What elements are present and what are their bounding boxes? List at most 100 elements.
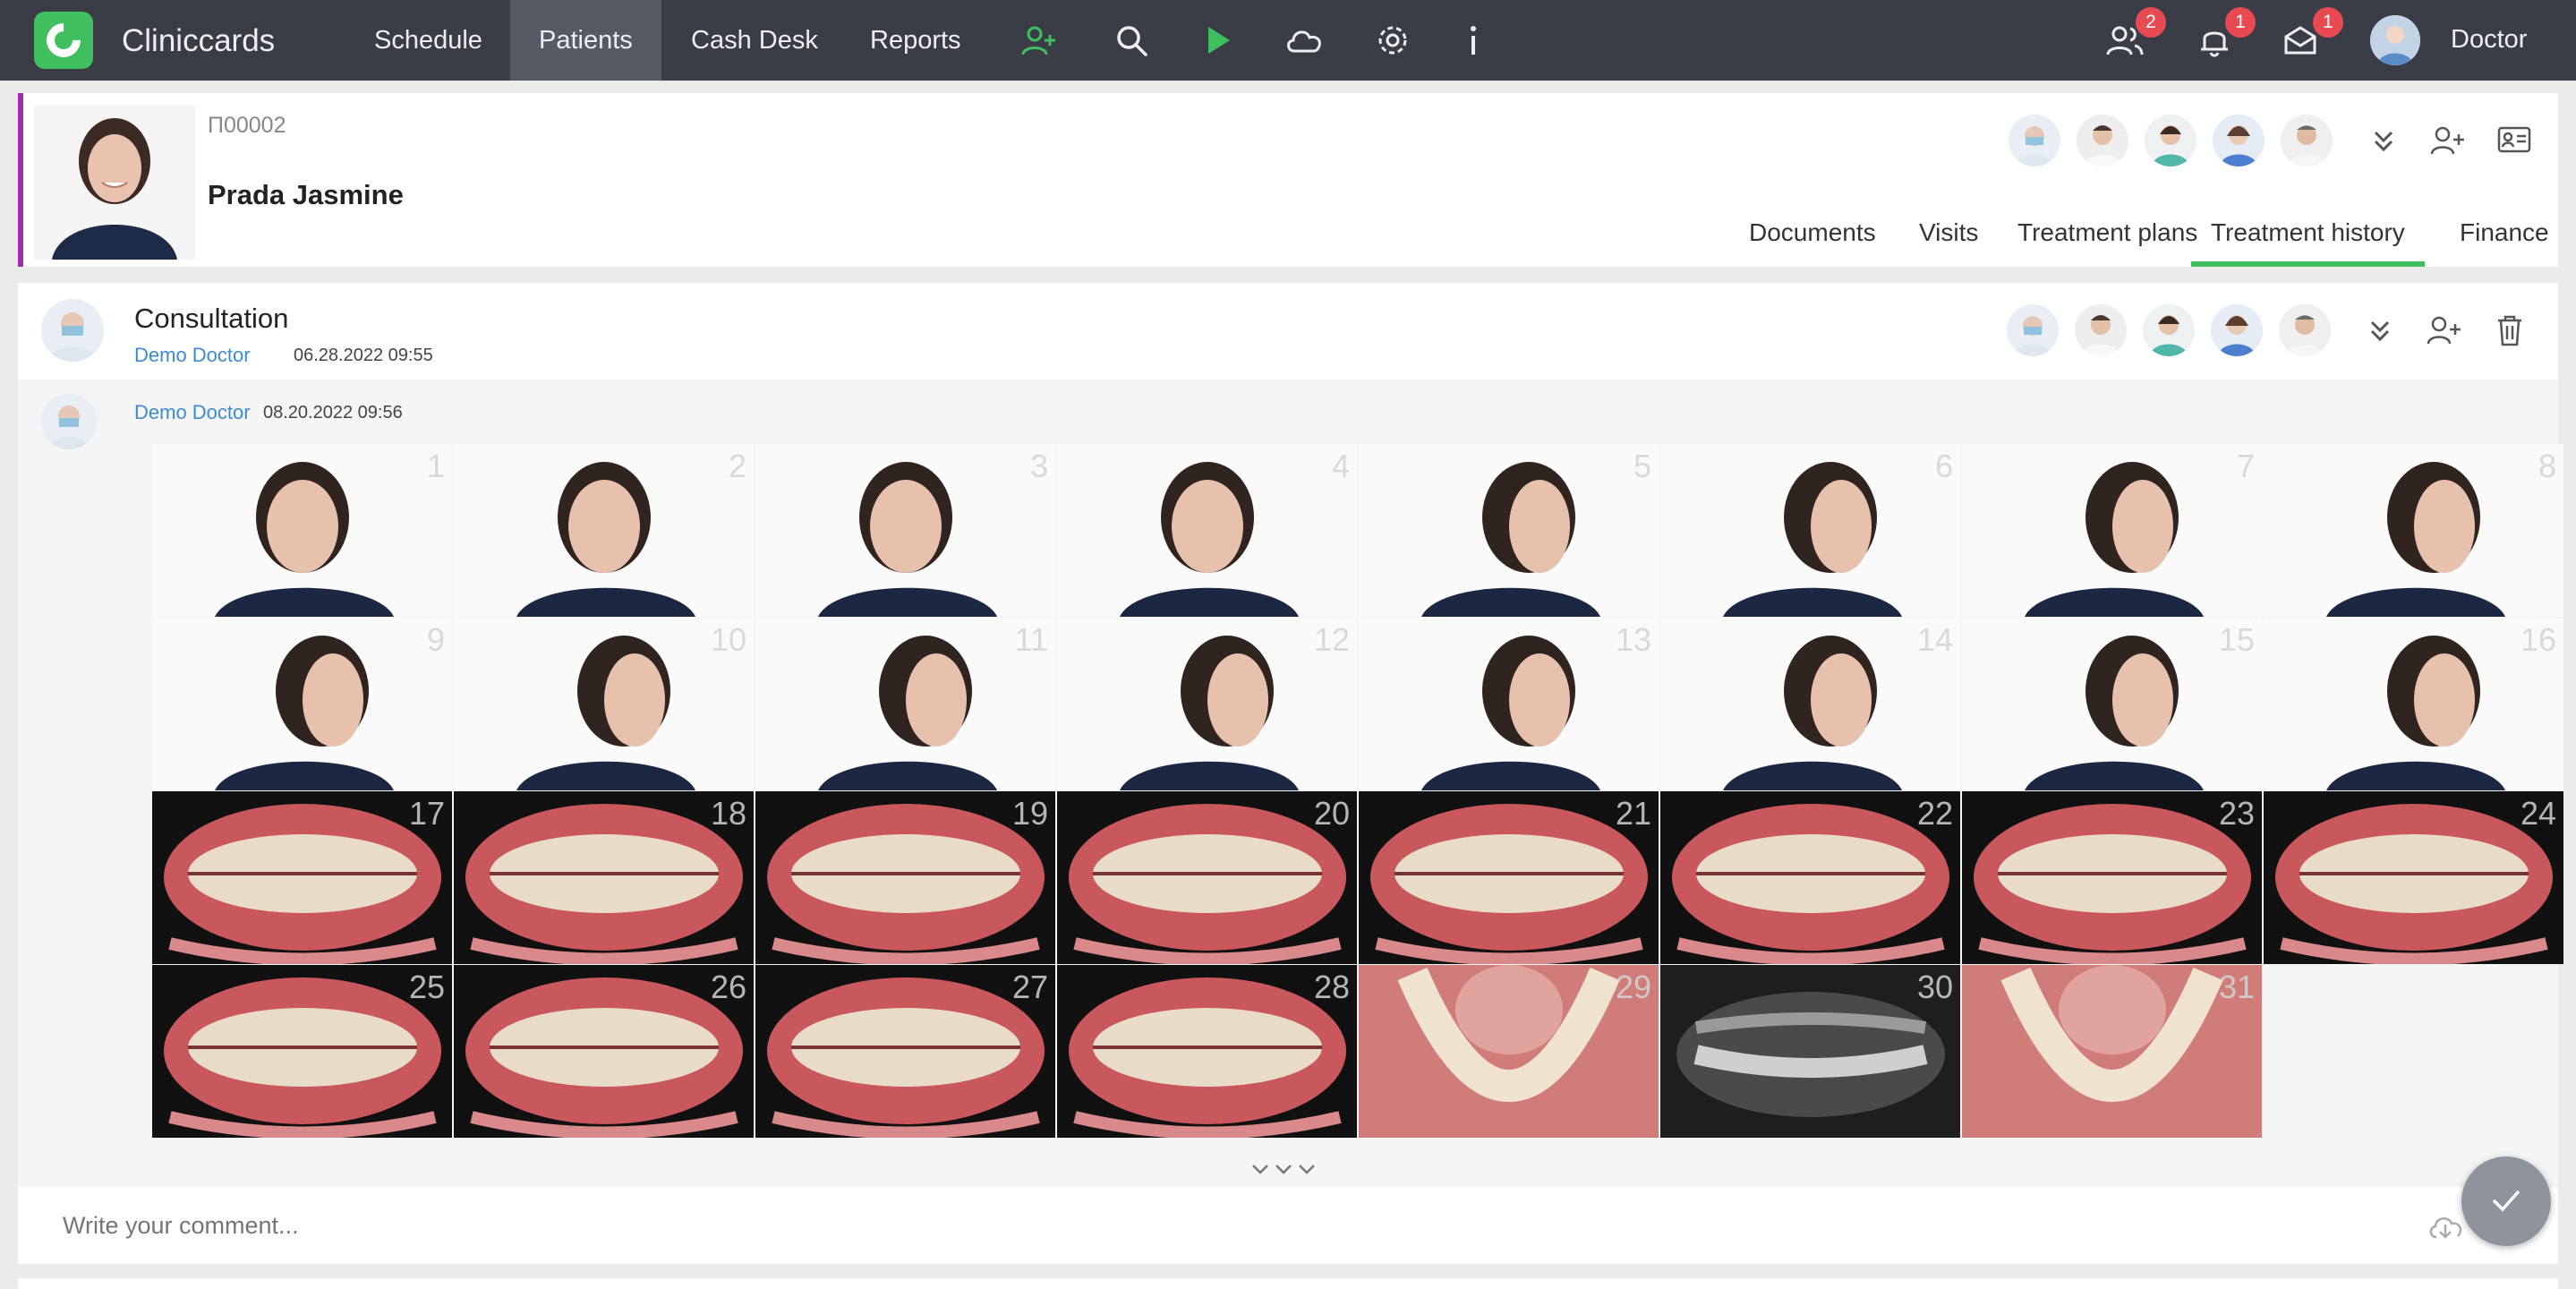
photo-number: 31 [2218, 969, 2255, 1005]
clinical-photo-thumbnail[interactable]: 9 [152, 618, 452, 790]
photo-number: 21 [1615, 795, 1651, 832]
staff-avatar[interactable] [2145, 115, 2196, 166]
user-name[interactable]: Doctor [2451, 25, 2527, 55]
play-icon[interactable] [1199, 22, 1235, 58]
clinical-photo-thumbnail[interactable]: 23 [1962, 791, 2262, 964]
tab-treatment-plans[interactable]: Treatment plans [1998, 208, 2217, 267]
clinical-photo-thumbnail[interactable]: 8 [2264, 444, 2563, 617]
photo-number: 5 [1633, 448, 1651, 484]
clinical-photo-thumbnail[interactable]: 3 [755, 444, 1055, 617]
photo-number: 10 [710, 621, 746, 658]
patient-photo[interactable] [34, 106, 195, 260]
comment-input[interactable] [63, 1203, 2390, 1248]
photo-number: 22 [1916, 795, 1953, 832]
clinical-photo-thumbnail[interactable]: 29 [1359, 965, 1659, 1138]
staff-avatar[interactable] [2211, 304, 2263, 356]
clinical-photo-thumbnail[interactable]: 19 [755, 791, 1055, 964]
notifications-badge: 1 [2225, 7, 2256, 38]
clinical-photo-thumbnail[interactable]: 1 [152, 444, 452, 617]
clinical-photo-thumbnail[interactable]: 26 [454, 965, 754, 1138]
clinical-photo-thumbnail[interactable]: 11 [755, 618, 1055, 790]
search-icon[interactable] [1113, 22, 1149, 58]
photo-number: 28 [1313, 969, 1350, 1005]
clinical-photo-thumbnail[interactable]: 15 [1962, 618, 2262, 790]
user-avatar[interactable] [2370, 15, 2420, 65]
gear-icon[interactable] [1375, 22, 1411, 58]
staff-avatar[interactable] [2007, 304, 2059, 356]
consultation-doctor-link[interactable]: Demo Doctor [134, 344, 251, 367]
clinical-photo-thumbnail[interactable]: 25 [152, 965, 452, 1138]
chevrons-down-icon[interactable] [2368, 125, 2399, 156]
clinical-photo-thumbnail[interactable]: 17 [152, 791, 452, 964]
clinical-photo-thumbnail[interactable]: 14 [1660, 618, 1960, 790]
id-card-icon[interactable] [2497, 125, 2531, 154]
expand-chevrons-icon[interactable] [1246, 1158, 1318, 1182]
next-card-edge [18, 1278, 2558, 1289]
cliniccards-logo-icon[interactable] [34, 12, 93, 69]
staff-avatar[interactable] [2213, 115, 2265, 166]
tab-visits[interactable]: Visits [1899, 208, 1998, 267]
chevrons-down-icon[interactable] [2365, 315, 2395, 346]
photo-number: 14 [1916, 621, 1953, 658]
staff-avatar[interactable] [2075, 304, 2127, 356]
entry-doctor-avatar [41, 394, 97, 449]
clinical-photo-thumbnail[interactable]: 2 [454, 444, 754, 617]
clinical-photo-thumbnail[interactable]: 22 [1660, 791, 1960, 964]
consultation-date: 06.28.2022 09:55 [294, 346, 433, 365]
staff-avatar[interactable] [2009, 115, 2060, 166]
entry-doctor-link[interactable]: Demo Doctor [134, 401, 251, 424]
photo-number: 25 [408, 969, 445, 1005]
photo-number: 30 [1916, 969, 1953, 1005]
photo-number: 29 [1615, 969, 1651, 1005]
photo-number: 15 [2218, 621, 2255, 658]
tab-documents[interactable]: Documents [1729, 208, 1896, 267]
nav-patients[interactable]: Patients [510, 0, 661, 81]
tab-treatment-history[interactable]: Treatment history [2191, 208, 2425, 267]
add-staff-icon[interactable] [2429, 124, 2465, 158]
clinical-photo-thumbnail[interactable]: 16 [2264, 618, 2563, 790]
consultation-header: Consultation Demo Doctor 06.28.2022 09:5… [18, 283, 2558, 380]
entry-date: 08.20.2022 09:56 [263, 403, 403, 423]
nav-reports[interactable]: Reports [841, 0, 990, 81]
messages-badge: 1 [2313, 7, 2343, 38]
clinical-photo-thumbnail[interactable]: 6 [1660, 444, 1960, 617]
clinical-photo-thumbnail[interactable]: 12 [1057, 618, 1357, 790]
nav-cash-desk[interactable]: Cash Desk [662, 0, 847, 81]
clinical-photo-thumbnail[interactable]: 13 [1359, 618, 1659, 790]
photo-number: 1 [426, 448, 445, 484]
consultation-title: Consultation [134, 303, 289, 334]
mail-icon[interactable] [2282, 22, 2318, 58]
clinical-photo-thumbnail[interactable]: 31 [1962, 965, 2262, 1138]
clinical-photo-thumbnail[interactable]: 20 [1057, 791, 1357, 964]
photo-number: 6 [1934, 448, 1953, 484]
clinical-photo-thumbnail[interactable]: 30 [1660, 965, 1960, 1138]
photo-number: 11 [1014, 621, 1048, 658]
clinical-photo-thumbnail[interactable]: 28 [1057, 965, 1357, 1138]
clinical-photo-thumbnail[interactable]: 10 [454, 618, 754, 790]
info-icon[interactable] [1455, 22, 1491, 58]
staff-avatar[interactable] [2281, 115, 2333, 166]
clinical-photo-thumbnail[interactable]: 27 [755, 965, 1055, 1138]
photo-number: 17 [408, 795, 445, 832]
confirm-fab-button[interactable] [2461, 1157, 2551, 1246]
cloud-icon[interactable] [1284, 22, 1325, 58]
staff-avatar[interactable] [2143, 304, 2195, 356]
clinical-photo-thumbnail[interactable]: 5 [1359, 444, 1659, 617]
clinical-photo-thumbnail[interactable]: 21 [1359, 791, 1659, 964]
photo-number: 24 [2520, 795, 2556, 832]
tab-finance[interactable]: Finance [2440, 208, 2569, 267]
cloud-upload-icon[interactable] [2427, 1212, 2463, 1241]
clinical-photo-thumbnail[interactable]: 7 [1962, 444, 2262, 617]
patient-header-card: П00002 Prada Jasmine Documents Visits Tr… [18, 93, 2558, 267]
photo-number: 12 [1313, 621, 1350, 658]
trash-icon[interactable] [2495, 313, 2524, 347]
add-staff-icon[interactable] [2426, 313, 2461, 347]
staff-avatar[interactable] [2077, 115, 2128, 166]
clinical-photo-thumbnail[interactable]: 4 [1057, 444, 1357, 617]
clinical-photo-thumbnail[interactable]: 24 [2264, 791, 2563, 964]
nav-schedule[interactable]: Schedule [345, 0, 511, 81]
add-patient-icon[interactable] [1020, 22, 1056, 58]
photo-number: 8 [2538, 448, 2556, 484]
staff-avatar[interactable] [2279, 304, 2331, 356]
clinical-photo-thumbnail[interactable]: 18 [454, 791, 754, 964]
